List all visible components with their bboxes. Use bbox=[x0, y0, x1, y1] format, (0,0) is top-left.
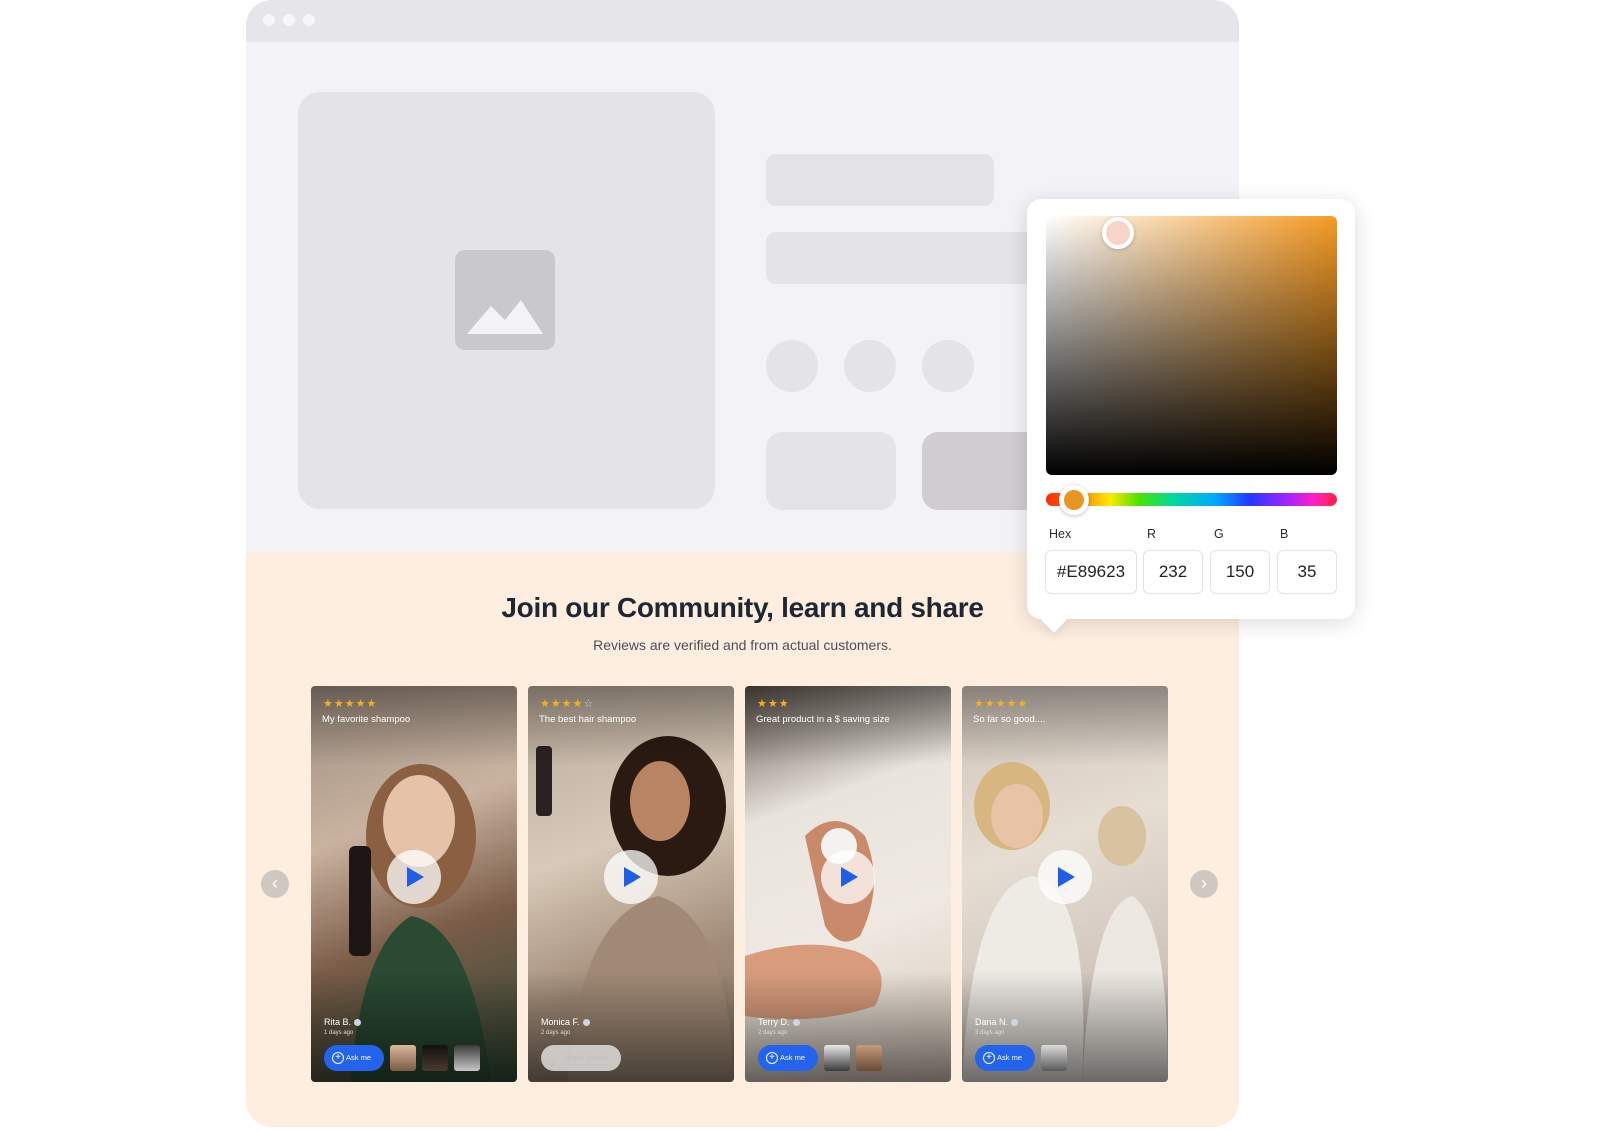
window-dot-icon bbox=[263, 14, 275, 26]
b-input[interactable]: 35 bbox=[1277, 550, 1337, 594]
avatar[interactable] bbox=[824, 1045, 850, 1071]
review-time: 2 days ago bbox=[541, 1030, 571, 1036]
ask-me-button[interactable]: + Ask me bbox=[758, 1045, 818, 1071]
r-input[interactable]: 232 bbox=[1143, 550, 1203, 594]
play-button[interactable] bbox=[821, 850, 875, 904]
option-placeholder bbox=[844, 340, 896, 392]
g-input[interactable]: 150 bbox=[1210, 550, 1270, 594]
subtitle-placeholder bbox=[766, 232, 1066, 284]
community-subtitle: Reviews are verified and from actual cus… bbox=[593, 637, 892, 653]
button-placeholder bbox=[766, 432, 896, 510]
review-time: 1 days ago bbox=[324, 1030, 354, 1036]
review-caption: The best hair shampoo bbox=[539, 714, 637, 725]
hue-slider-handle[interactable] bbox=[1059, 485, 1089, 515]
avatar[interactable] bbox=[454, 1045, 480, 1071]
play-icon bbox=[407, 867, 424, 887]
saturation-value-area[interactable] bbox=[1046, 216, 1337, 475]
review-card[interactable]: ★★★★★ My favorite shampoo Rita B. 1 days… bbox=[311, 686, 517, 1082]
avatar[interactable] bbox=[856, 1045, 882, 1071]
reply-closed-button: + Reply closed bbox=[541, 1045, 621, 1071]
reviewer-name: Terry D. bbox=[758, 1017, 800, 1027]
window-dot-icon bbox=[283, 14, 295, 26]
review-card[interactable]: ★★★★☆ The best hair shampoo Monica F. 2 … bbox=[528, 686, 734, 1082]
avatar[interactable] bbox=[390, 1045, 416, 1071]
play-icon bbox=[624, 867, 641, 887]
reviewer-name: Monica F. bbox=[541, 1017, 590, 1027]
hex-input[interactable]: #E89623 bbox=[1045, 550, 1137, 594]
verified-icon bbox=[1011, 1019, 1019, 1027]
verified-icon bbox=[354, 1019, 362, 1027]
title-placeholder bbox=[766, 154, 994, 206]
chevron-right-icon: › bbox=[1201, 873, 1207, 893]
r-label: R bbox=[1147, 527, 1157, 541]
rating-stars: ★★★ bbox=[757, 698, 790, 710]
review-card[interactable]: ★★★ Great product in a $ saving size Ter… bbox=[745, 686, 951, 1082]
window-dot-icon bbox=[303, 14, 315, 26]
g-label: G bbox=[1214, 527, 1224, 541]
ask-me-button[interactable]: + Ask me bbox=[975, 1045, 1035, 1071]
review-caption: Great product in a $ saving size bbox=[756, 714, 890, 725]
carousel-prev-button[interactable]: ‹ bbox=[261, 870, 289, 898]
plus-icon: + bbox=[983, 1052, 995, 1064]
hue-slider[interactable] bbox=[1046, 493, 1337, 506]
option-placeholder bbox=[922, 340, 974, 392]
plus-icon: + bbox=[550, 1057, 558, 1071]
option-placeholder bbox=[766, 340, 818, 392]
review-card[interactable]: ★★★★★ So far so good.... Dana N. 3 days … bbox=[962, 686, 1168, 1082]
play-button[interactable] bbox=[1038, 850, 1092, 904]
plus-icon: + bbox=[766, 1052, 778, 1064]
community-section: Join our Community, learn and share Revi… bbox=[246, 552, 1239, 1127]
browser-titlebar bbox=[246, 0, 1239, 42]
rating-stars: ★★★★☆ bbox=[540, 698, 595, 710]
chevron-left-icon: ‹ bbox=[272, 873, 278, 893]
play-button[interactable] bbox=[387, 850, 441, 904]
color-picker: Hex R G B #E89623 232 150 35 bbox=[1027, 199, 1355, 633]
play-icon bbox=[841, 867, 858, 887]
avatar[interactable] bbox=[1041, 1045, 1067, 1071]
rating-stars: ★★★★★ bbox=[323, 698, 378, 710]
rating-stars: ★★★★★ bbox=[974, 698, 1029, 710]
ask-me-button[interactable]: + Ask me bbox=[324, 1045, 384, 1071]
verified-icon bbox=[582, 1019, 590, 1027]
verified-icon bbox=[792, 1019, 800, 1027]
play-button[interactable] bbox=[604, 850, 658, 904]
play-icon bbox=[1058, 867, 1075, 887]
b-label: B bbox=[1280, 527, 1289, 541]
image-icon bbox=[455, 250, 555, 350]
review-caption: My favorite shampoo bbox=[322, 714, 411, 725]
reviewer-name: Rita B. bbox=[324, 1017, 362, 1027]
stage: Join our Community, learn and share Revi… bbox=[0, 0, 1600, 1131]
review-time: 2 days ago bbox=[758, 1030, 788, 1036]
image-placeholder bbox=[298, 92, 715, 509]
plus-icon: + bbox=[332, 1052, 344, 1064]
saturation-handle[interactable] bbox=[1102, 217, 1134, 249]
hex-label: Hex bbox=[1049, 527, 1072, 541]
review-time: 3 days ago bbox=[975, 1030, 1005, 1036]
reviewer-name: Dana N. bbox=[975, 1017, 1019, 1027]
carousel-next-button[interactable]: › bbox=[1190, 870, 1218, 898]
avatar[interactable] bbox=[422, 1045, 448, 1071]
review-caption: So far so good.... bbox=[973, 714, 1046, 725]
